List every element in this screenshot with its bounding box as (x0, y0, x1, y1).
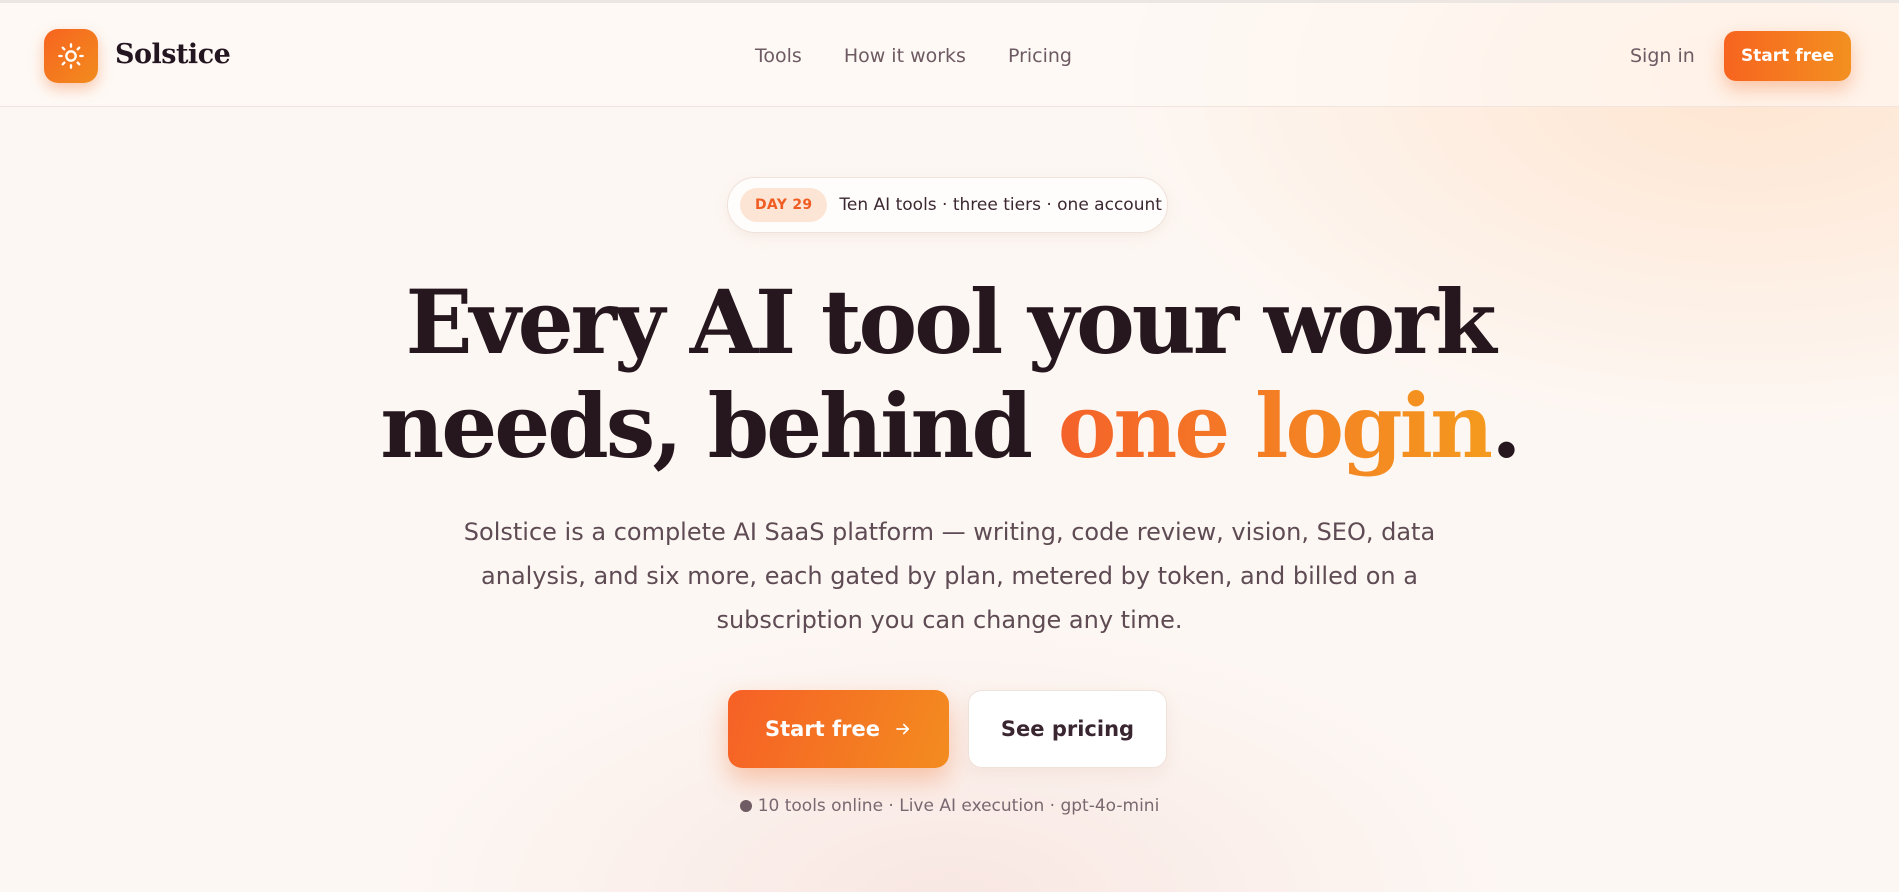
headline-accent: one login (1057, 374, 1494, 478)
headline-period: . (1491, 374, 1522, 478)
arrow-right-icon (896, 723, 910, 735)
top-nav: Solstice Tools How it works Pricing Sign… (0, 3, 1899, 107)
status-line: 10 tools online · Live AI execution · gp… (0, 796, 1899, 816)
sign-in-link[interactable]: Sign in (1630, 45, 1695, 67)
nav-link-tools[interactable]: Tools (755, 45, 802, 67)
nav-links: Tools How it works Pricing (755, 45, 1072, 67)
day-badge: DAY 29 (740, 188, 828, 222)
headline-line-2: needs, behind (380, 374, 1058, 478)
start-free-label: Start free (764, 717, 881, 741)
brand-name[interactable]: Solstice (115, 39, 231, 70)
announcement-text: Ten AI tools · three tiers · one account (839, 195, 1162, 215)
status-text: 10 tools online · Live AI execution · gp… (757, 796, 1160, 816)
start-free-nav-button[interactable]: Start free (1724, 31, 1851, 81)
announcement-pill: DAY 29 Ten AI tools · three tiers · one … (727, 177, 1168, 233)
logo[interactable] (44, 29, 98, 83)
hero-subtext: Solstice is a complete AI SaaS platform … (463, 518, 1436, 634)
sun-icon (58, 43, 84, 69)
status-dot-icon (739, 800, 752, 812)
see-pricing-button[interactable]: See pricing (968, 690, 1167, 768)
start-free-hero-button[interactable]: Start free (728, 690, 949, 768)
nav-link-how-it-works[interactable]: How it works (844, 45, 966, 67)
hero-headline: Every AI tool your work needs, behind on… (0, 270, 1899, 478)
headline-line-1: Every AI tool your work (405, 270, 1496, 374)
nav-link-pricing[interactable]: Pricing (1008, 45, 1072, 67)
